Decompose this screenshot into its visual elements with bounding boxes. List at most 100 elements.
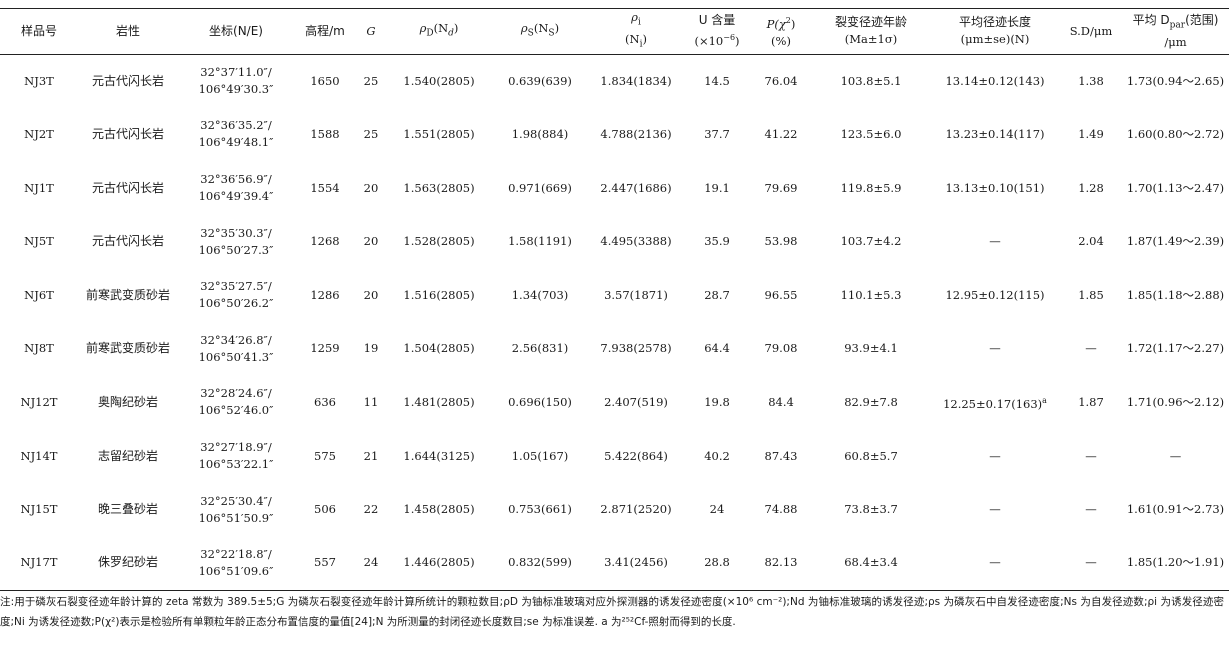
cell-dpar: 1.60(0.80～2.72) bbox=[1126, 126, 1225, 141]
cell-dpar: 1.85(1.20～1.91) bbox=[1122, 536, 1229, 591]
cell-age: 123.5±6.0 bbox=[840, 126, 902, 141]
cell-lithology: 志留纪砂岩 bbox=[97, 448, 158, 463]
cell-elev: 1650 bbox=[310, 73, 340, 88]
cell-u: 40.2 bbox=[704, 448, 730, 463]
table-row: NJ5T 元古代闪长岩 32°35′30.3″/ 106°50′27.3″ 1268 20… bbox=[0, 215, 1229, 269]
cell-age: 60.8±5.7 bbox=[844, 448, 898, 463]
cell-dpar: — bbox=[1169, 448, 1182, 463]
table-footnote: 注:用于磷灰石裂变径迹年龄计算的 zeta 常数为 389.5±5;G 为磷灰石… bbox=[0, 596, 1224, 628]
footnote-marker: a bbox=[1042, 396, 1047, 406]
table-row: NJ1T 元古代闪长岩 32°36′56.9″/ 106°49′39.4″ 1554 20… bbox=[0, 161, 1229, 215]
cell-rho-i: 1.834(1834) bbox=[600, 73, 672, 88]
cell-coord: 32°25′30.4″/ 106°51′50.9″ bbox=[178, 483, 294, 537]
header-rho-i: ρi (Ni) bbox=[588, 8, 684, 55]
cell-p: 74.88 bbox=[764, 502, 798, 517]
cell-sample: NJ17T bbox=[0, 536, 78, 591]
header-lithology: 岩性 bbox=[78, 8, 178, 55]
cell-g: 20 bbox=[363, 287, 379, 302]
coord-lat: 32°36′35.2″/ bbox=[200, 118, 272, 133]
coord-lon: 106°49′48.1″ bbox=[198, 135, 274, 150]
cell-age: 119.8±5.9 bbox=[840, 180, 902, 195]
cell-coord: 32°35′30.3″/ 106°50′27.3″ bbox=[178, 215, 294, 269]
coord-lat: 32°35′30.3″/ bbox=[200, 225, 272, 240]
cell-lithology: 前寒武变质砂岩 bbox=[85, 287, 170, 302]
cell-rho-s: 1.98(884) bbox=[511, 126, 569, 141]
cell-rho-d: 1.551(2805) bbox=[403, 126, 475, 141]
cell-p: 84.4 bbox=[768, 394, 794, 409]
table-row: NJ2T 元古代闪长岩 32°36′35.2″/ 106°49′48.1″ 1588 25… bbox=[0, 108, 1229, 162]
cell-p: 96.55 bbox=[764, 287, 798, 302]
cell-sd: — bbox=[1085, 502, 1097, 517]
cell-p: 41.22 bbox=[764, 126, 798, 141]
cell-sample: NJ5T bbox=[24, 234, 54, 249]
cell-g: 25 bbox=[363, 73, 379, 88]
cell-rho-i: 3.41(2456) bbox=[588, 536, 684, 591]
cell-g: 20 bbox=[363, 180, 379, 195]
cell-age: 110.1±5.3 bbox=[840, 287, 902, 302]
table-row: NJ12T 奥陶纪砂岩 32°28′24.6″/ 106°52′46.0″ 636 11 1… bbox=[0, 376, 1229, 430]
cell-rho-d: 1.446(2805) bbox=[386, 536, 492, 591]
coord-lat: 32°22′18.8″/ bbox=[200, 546, 272, 561]
header-u-content: U 含量 (×10−6) bbox=[684, 8, 750, 55]
cell-lithology: 前寒武变质砂岩 bbox=[85, 341, 170, 356]
cell-lithology: 侏罗纪砂岩 bbox=[78, 536, 178, 591]
cell-sd: 1.38 bbox=[1078, 73, 1104, 88]
cell-len: — bbox=[989, 341, 1001, 356]
cell-len: — bbox=[989, 234, 1001, 249]
cell-rho-i: 2.407(519) bbox=[604, 394, 668, 409]
cell-sample: NJ8T bbox=[24, 341, 54, 356]
cell-rho-d: 1.504(2805) bbox=[403, 341, 475, 356]
cell-coord: 32°35′27.5″/ 106°50′26.2″ bbox=[178, 268, 294, 322]
cell-lithology: 元古代闪长岩 bbox=[91, 126, 164, 141]
cell-sd: — bbox=[1085, 448, 1097, 463]
cell-sd: 2.04 bbox=[1078, 234, 1104, 249]
cell-len: — bbox=[930, 536, 1060, 591]
coord-lon: 106°49′30.3″ bbox=[198, 82, 274, 97]
cell-p: 87.43 bbox=[764, 448, 798, 463]
table-row: NJ8T 前寒武变质砂岩 32°34′26.8″/ 106°50′41.3″ 1259 1… bbox=[0, 322, 1229, 376]
cell-elev: 1588 bbox=[310, 126, 340, 141]
cell-rho-i: 7.938(2578) bbox=[600, 341, 672, 356]
cell-len: 13.13±0.10(151) bbox=[945, 180, 1045, 195]
cell-dpar: 1.61(0.91～2.73) bbox=[1126, 502, 1225, 517]
cell-sd: 1.49 bbox=[1078, 126, 1104, 141]
cell-dpar: 1.73(0.94～2.65) bbox=[1126, 73, 1225, 88]
cell-u: 24 bbox=[709, 502, 725, 517]
cell-p: 53.98 bbox=[764, 234, 798, 249]
cell-rho-d: 1.528(2805) bbox=[403, 234, 475, 249]
table-body: NJ3T 元古代闪长岩 32°37′11.0″/ 106°49′30.3″ 1650 25… bbox=[0, 54, 1229, 591]
cell-rho-i: 2.447(1686) bbox=[600, 180, 672, 195]
cell-age: 93.9±4.1 bbox=[844, 341, 898, 356]
table-row: NJ6T 前寒武变质砂岩 32°35′27.5″/ 106°50′26.2″ 1286 2… bbox=[0, 268, 1229, 322]
cell-g: 11 bbox=[363, 394, 379, 409]
table-row: NJ3T 元古代闪长岩 32°37′11.0″/ 106°49′30.3″ 1650 25… bbox=[0, 54, 1229, 108]
cell-age: 68.4±3.4 bbox=[812, 536, 930, 591]
coord-lat: 32°37′11.0″/ bbox=[200, 65, 272, 80]
coord-lon: 106°51′50.9″ bbox=[198, 510, 274, 525]
cell-age: 82.9±7.8 bbox=[844, 394, 898, 409]
cell-p: 82.13 bbox=[750, 536, 812, 591]
cell-rho-s: 1.58(1191) bbox=[508, 234, 572, 249]
cell-age: 103.7±4.2 bbox=[840, 234, 902, 249]
cell-elev: 1286 bbox=[310, 287, 340, 302]
table-row: NJ15T 晚三叠砂岩 32°25′30.4″/ 106°51′50.9″ 506 22 1… bbox=[0, 483, 1229, 537]
cell-u: 35.9 bbox=[704, 234, 730, 249]
cell-sample: NJ15T bbox=[20, 502, 58, 517]
cell-elev: 575 bbox=[314, 448, 336, 463]
coord-lon: 106°49′39.4″ bbox=[198, 189, 274, 204]
coord-lat: 32°36′56.9″/ bbox=[200, 172, 272, 187]
cell-elev: 1268 bbox=[310, 234, 340, 249]
coord-lat: 32°25′30.4″/ bbox=[200, 493, 272, 508]
cell-p: 76.04 bbox=[764, 73, 798, 88]
cell-u: 14.5 bbox=[704, 73, 730, 88]
cell-rho-i: 5.422(864) bbox=[604, 448, 668, 463]
cell-coord: 32°37′11.0″/ 106°49′30.3″ bbox=[178, 54, 294, 108]
cell-rho-d: 1.540(2805) bbox=[403, 73, 475, 88]
cell-coord: 32°28′24.6″/ 106°52′46.0″ bbox=[178, 376, 294, 430]
cell-rho-i: 3.57(1871) bbox=[604, 287, 668, 302]
cell-lithology: 元古代闪长岩 bbox=[91, 234, 164, 249]
cell-elev: 1554 bbox=[310, 180, 340, 195]
header-rho-s: ρS(NS) bbox=[492, 8, 588, 55]
cell-u: 28.8 bbox=[684, 536, 750, 591]
cell-u: 19.1 bbox=[704, 180, 730, 195]
